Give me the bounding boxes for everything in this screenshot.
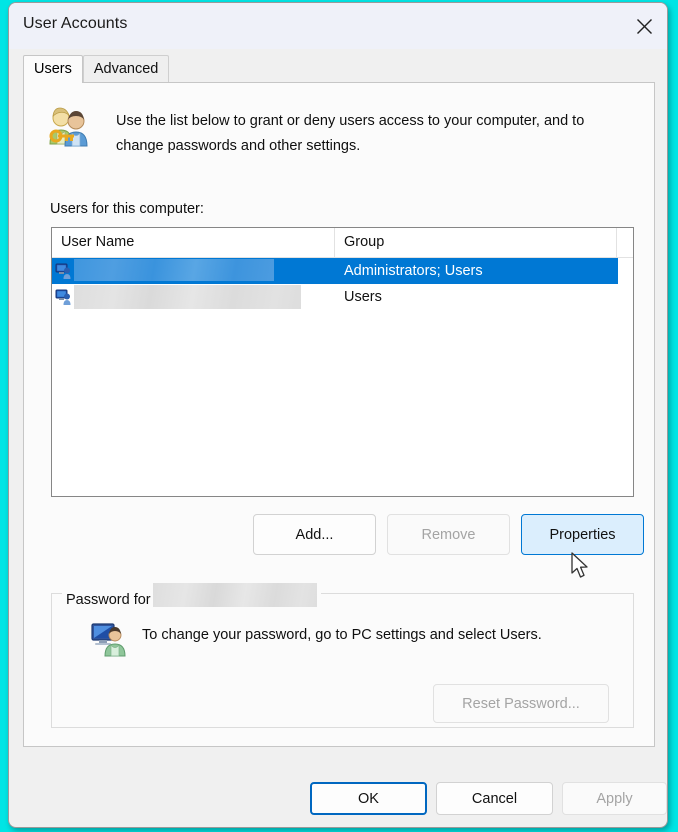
users-list[interactable]: User Name Group Administrators; Users Us…: [51, 227, 634, 497]
password-group-legend: Password for: [62, 583, 321, 608]
table-row[interactable]: Users: [52, 284, 633, 310]
users-key-icon: [45, 105, 93, 153]
users-list-label: Users for this computer:: [50, 201, 204, 217]
tab-advanced[interactable]: Advanced: [82, 55, 170, 83]
row-group-value: Administrators; Users: [344, 263, 483, 279]
column-header-user-name[interactable]: User Name: [52, 228, 335, 257]
reset-password-button: Reset Password...: [433, 684, 609, 723]
ok-button[interactable]: OK: [310, 782, 427, 815]
remove-button: Remove: [387, 514, 510, 555]
user-name-redacted: [74, 285, 301, 309]
user-name-redacted: [74, 259, 274, 281]
tab-users[interactable]: Users: [23, 55, 83, 83]
password-group-box: To change your password, go to PC settin…: [51, 593, 634, 728]
properties-button[interactable]: Properties: [521, 514, 644, 555]
tab-strip: Users Advanced: [23, 55, 655, 83]
password-group-legend-text: Password for: [66, 592, 151, 608]
row-group-value: Users: [344, 289, 382, 305]
intro-description: Use the list below to grant or deny user…: [116, 113, 585, 154]
close-glyph: [636, 18, 652, 34]
cancel-button[interactable]: Cancel: [436, 782, 553, 815]
title-bar: User Accounts: [9, 3, 667, 49]
table-row[interactable]: Administrators; Users: [52, 258, 633, 284]
user-account-icon: [55, 262, 73, 280]
user-monitor-icon: [90, 620, 130, 660]
password-instruction-text: To change your password, go to PC settin…: [142, 627, 542, 643]
password-user-name-redacted: [152, 583, 317, 607]
add-button[interactable]: Add...: [253, 514, 376, 555]
column-header-group[interactable]: Group: [335, 228, 617, 257]
window-title: User Accounts: [23, 15, 128, 32]
close-icon[interactable]: [621, 3, 667, 49]
users-tab-panel: Use the list below to grant or deny user…: [23, 82, 655, 747]
column-header-spacer: [617, 228, 633, 257]
user-account-icon: [55, 288, 73, 306]
list-header-row: User Name Group: [52, 228, 633, 258]
apply-button: Apply: [562, 782, 667, 815]
user-accounts-dialog: User Accounts Users Advanced Use the lis…: [8, 2, 668, 828]
